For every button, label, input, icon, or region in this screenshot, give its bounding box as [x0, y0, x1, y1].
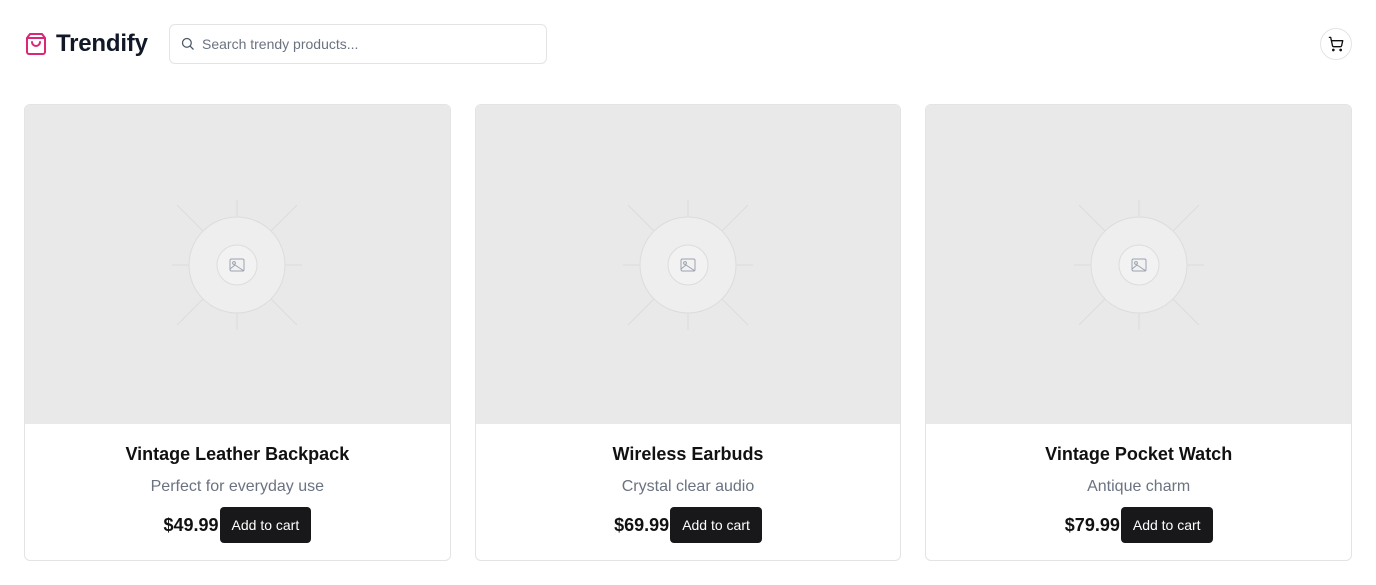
search-input[interactable] — [202, 25, 542, 63]
product-info: Vintage Pocket Watch Antique charm $79.9… — [926, 424, 1351, 543]
product-price: $69.99 — [614, 514, 670, 535]
product-footer: $79.99 Add to cart — [926, 507, 1351, 543]
product-title: Vintage Pocket Watch — [1045, 444, 1233, 464]
product-image — [926, 105, 1352, 424]
product-title: Wireless Earbuds — [612, 444, 764, 464]
add-to-cart-button[interactable]: Add to cart — [1120, 507, 1213, 543]
cart-button[interactable] — [1320, 28, 1352, 60]
product-price: $49.99 — [163, 514, 219, 535]
product-info: Wireless Earbuds Crystal clear audio $69… — [476, 424, 901, 543]
image-placeholder-icon — [172, 199, 303, 330]
product-price: $79.99 — [1064, 514, 1120, 535]
product-description: Antique charm — [1087, 478, 1191, 495]
product-image — [475, 105, 901, 424]
brand[interactable]: Trendify — [24, 28, 148, 60]
shopping-cart-icon — [1328, 36, 1344, 52]
product-description: Crystal clear audio — [621, 478, 755, 495]
product-image — [25, 105, 450, 424]
add-to-cart-button[interactable]: Add to cart — [219, 507, 312, 543]
shopping-bag-icon — [26, 33, 46, 55]
add-to-cart-button[interactable]: Add to cart — [670, 507, 762, 543]
product-card: Vintage Leather Backpack Perfect for eve… — [24, 104, 451, 561]
brand-name: Trendify — [56, 30, 148, 57]
site-header: Trendify — [0, 0, 1376, 88]
search-box — [169, 24, 547, 64]
search-icon — [181, 37, 194, 50]
product-description: Perfect for everyday use — [150, 478, 325, 495]
product-title: Vintage Leather Backpack — [125, 444, 350, 464]
image-placeholder-icon — [1073, 199, 1204, 330]
product-info: Vintage Leather Backpack Perfect for eve… — [25, 424, 450, 543]
product-grid: Vintage Leather Backpack Perfect for eve… — [24, 104, 1353, 561]
image-placeholder-icon — [623, 199, 753, 330]
product-card: Wireless Earbuds Crystal clear audio $69… — [474, 104, 902, 561]
product-card: Vintage Pocket Watch Antique charm $79.9… — [925, 104, 1353, 561]
product-footer: $49.99 Add to cart — [25, 507, 450, 543]
product-footer: $69.99 Add to cart — [476, 507, 901, 543]
